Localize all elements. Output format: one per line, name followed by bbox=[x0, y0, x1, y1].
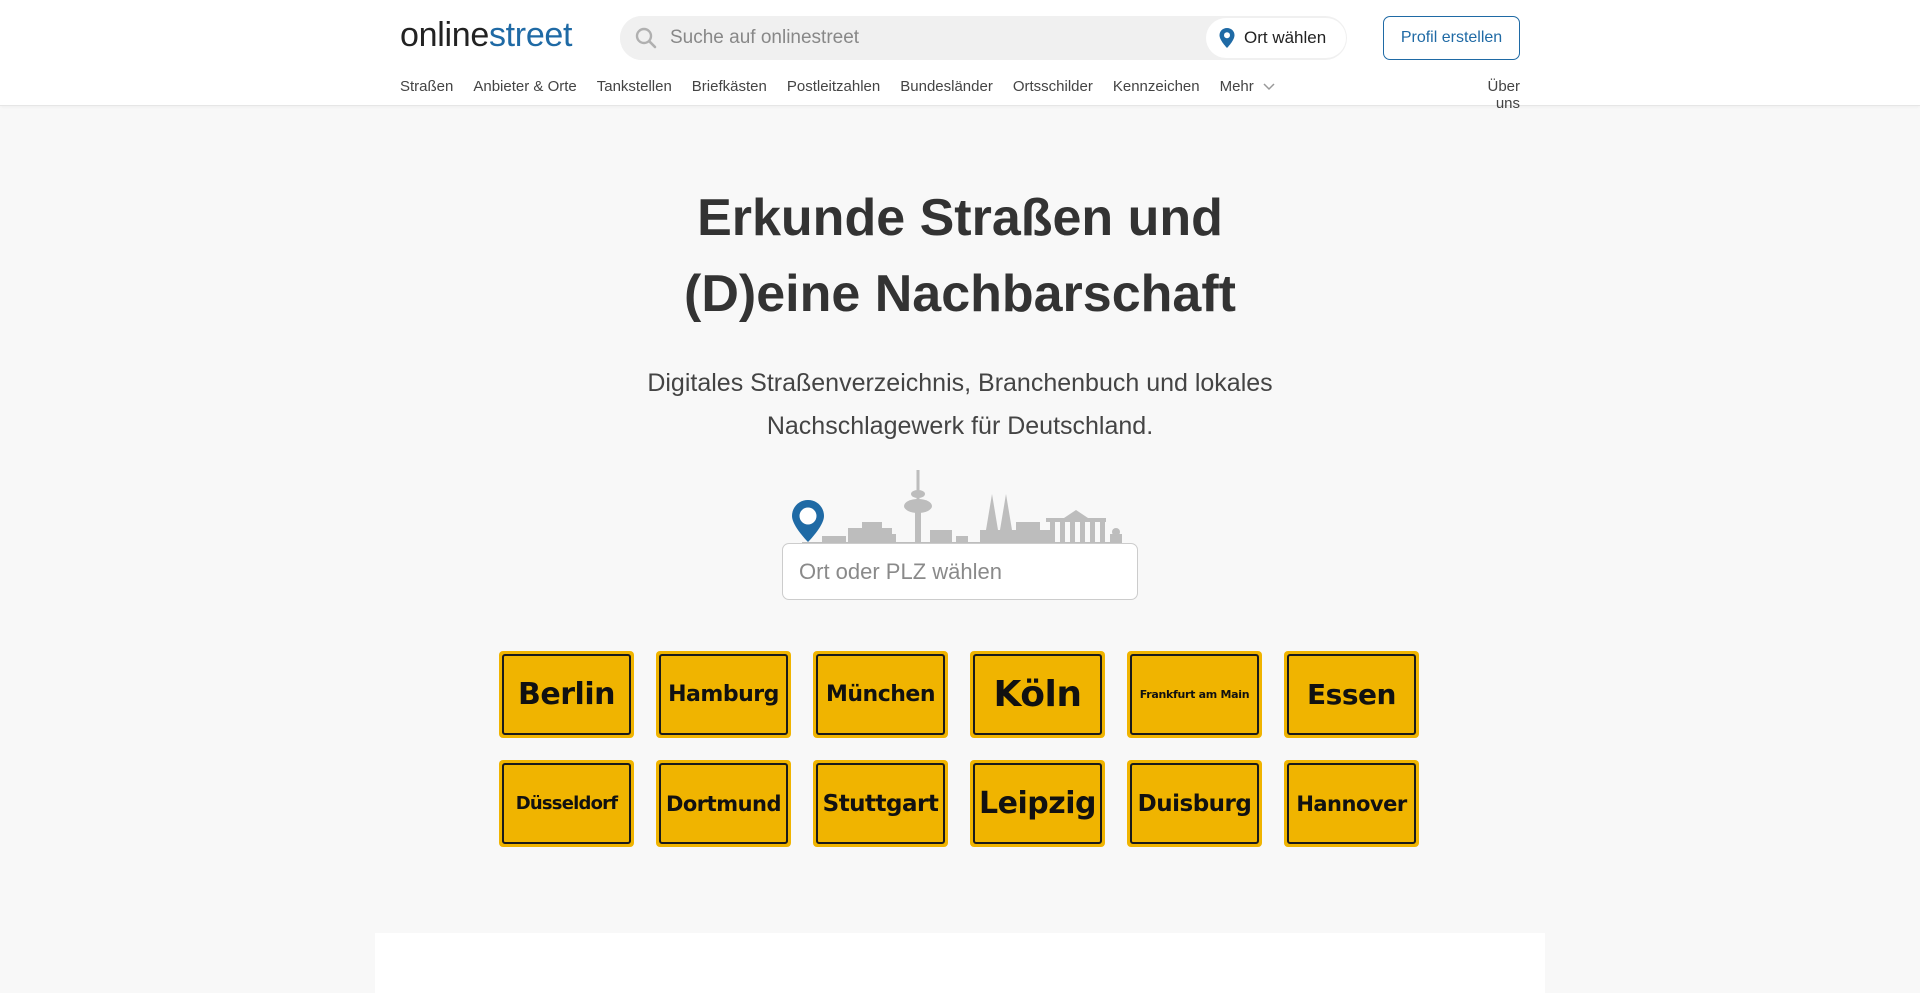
city-sign-hannover[interactable]: Hannover bbox=[1284, 760, 1419, 847]
city-sign-duisburg[interactable]: Duisburg bbox=[1127, 760, 1262, 847]
hero-title-line-1: Erkunde Straßen und bbox=[697, 189, 1223, 247]
city-signs-grid: Berlin Hamburg München Köln Frankfurt am… bbox=[499, 651, 1421, 847]
city-sign-label: Köln bbox=[973, 654, 1102, 735]
map-pin-icon bbox=[1219, 28, 1235, 48]
hero-subtitle-line-1: Digitales Straßenverzeichnis, Branchenbu… bbox=[647, 369, 1273, 397]
city-sign-label: Essen bbox=[1287, 654, 1416, 735]
nav-item-kennzeichen[interactable]: Kennzeichen bbox=[1113, 78, 1200, 95]
hero-subtitle: Digitales Straßenverzeichnis, Branchenbu… bbox=[560, 362, 1360, 448]
location-select-button[interactable]: Ort wählen bbox=[1206, 18, 1346, 58]
content-card bbox=[375, 933, 1545, 993]
nav-item-postleitzahlen[interactable]: Postleitzahlen bbox=[787, 78, 880, 95]
chevron-down-icon bbox=[1263, 82, 1275, 90]
city-sign-label: München bbox=[816, 654, 945, 735]
search-input[interactable] bbox=[670, 27, 1170, 49]
search-field bbox=[620, 16, 1202, 60]
location-input[interactable] bbox=[782, 543, 1138, 600]
city-sign-label: Dortmund bbox=[659, 763, 788, 844]
nav-item-strassen[interactable]: Straßen bbox=[400, 78, 453, 95]
hero-subtitle-line-2: Nachschlagewerk für Deutschland. bbox=[766, 412, 1154, 440]
city-sign-koeln[interactable]: Köln bbox=[970, 651, 1105, 738]
site-header: onlinestreet Ort wählen Profil erstellen… bbox=[0, 0, 1920, 112]
nav-item-tankstellen[interactable]: Tankstellen bbox=[597, 78, 672, 95]
city-sign-leipzig[interactable]: Leipzig bbox=[970, 760, 1105, 847]
logo-text-street: street bbox=[488, 16, 573, 54]
nav-item-mehr-label: Mehr bbox=[1219, 78, 1254, 95]
site-logo[interactable]: onlinestreet bbox=[400, 16, 572, 55]
nav-item-anbieter-orte[interactable]: Anbieter & Orte bbox=[473, 78, 576, 95]
city-sign-label: Stuttgart bbox=[816, 763, 945, 844]
city-sign-label: Hannover bbox=[1287, 763, 1416, 844]
search-bar: Ort wählen bbox=[620, 16, 1347, 60]
city-sign-muenchen[interactable]: München bbox=[813, 651, 948, 738]
city-sign-berlin[interactable]: Berlin bbox=[499, 651, 634, 738]
city-sign-hamburg[interactable]: Hamburg bbox=[656, 651, 791, 738]
nav-item-ortsschilder[interactable]: Ortsschilder bbox=[1013, 78, 1093, 95]
logo-text-online: online bbox=[400, 16, 489, 54]
nav-item-briefkaesten[interactable]: Briefkästen bbox=[692, 78, 767, 95]
city-sign-label: Duisburg bbox=[1130, 763, 1259, 844]
city-sign-frankfurt[interactable]: Frankfurt am Main bbox=[1127, 651, 1262, 738]
city-sign-duesseldorf[interactable]: Düsseldorf bbox=[499, 760, 634, 847]
hero-title-line-2: (D)eine Nachbarschaft bbox=[684, 265, 1236, 323]
city-sign-label: Hamburg bbox=[659, 654, 788, 735]
city-sign-stuttgart[interactable]: Stuttgart bbox=[813, 760, 948, 847]
city-sign-label: Leipzig bbox=[973, 763, 1102, 844]
nav-item-mehr[interactable]: Mehr bbox=[1220, 78, 1276, 95]
main-nav: Straßen Anbieter & Orte Tankstellen Brie… bbox=[400, 78, 1296, 95]
nav-item-ueber-uns[interactable]: Über uns bbox=[1460, 78, 1520, 112]
location-select-label: Ort wählen bbox=[1244, 28, 1327, 47]
search-icon bbox=[635, 27, 657, 49]
city-sign-label: Frankfurt am Main bbox=[1130, 654, 1259, 735]
create-profile-button[interactable]: Profil erstellen bbox=[1383, 16, 1520, 60]
city-sign-label: Berlin bbox=[502, 654, 631, 735]
nav-item-bundeslaender[interactable]: Bundesländer bbox=[900, 78, 993, 95]
city-sign-dortmund[interactable]: Dortmund bbox=[656, 760, 791, 847]
city-sign-label: Düsseldorf bbox=[502, 763, 631, 844]
hero-title: Erkunde Straßen und (D)eine Nachbarschaf… bbox=[0, 180, 1920, 332]
city-sign-essen[interactable]: Essen bbox=[1284, 651, 1419, 738]
